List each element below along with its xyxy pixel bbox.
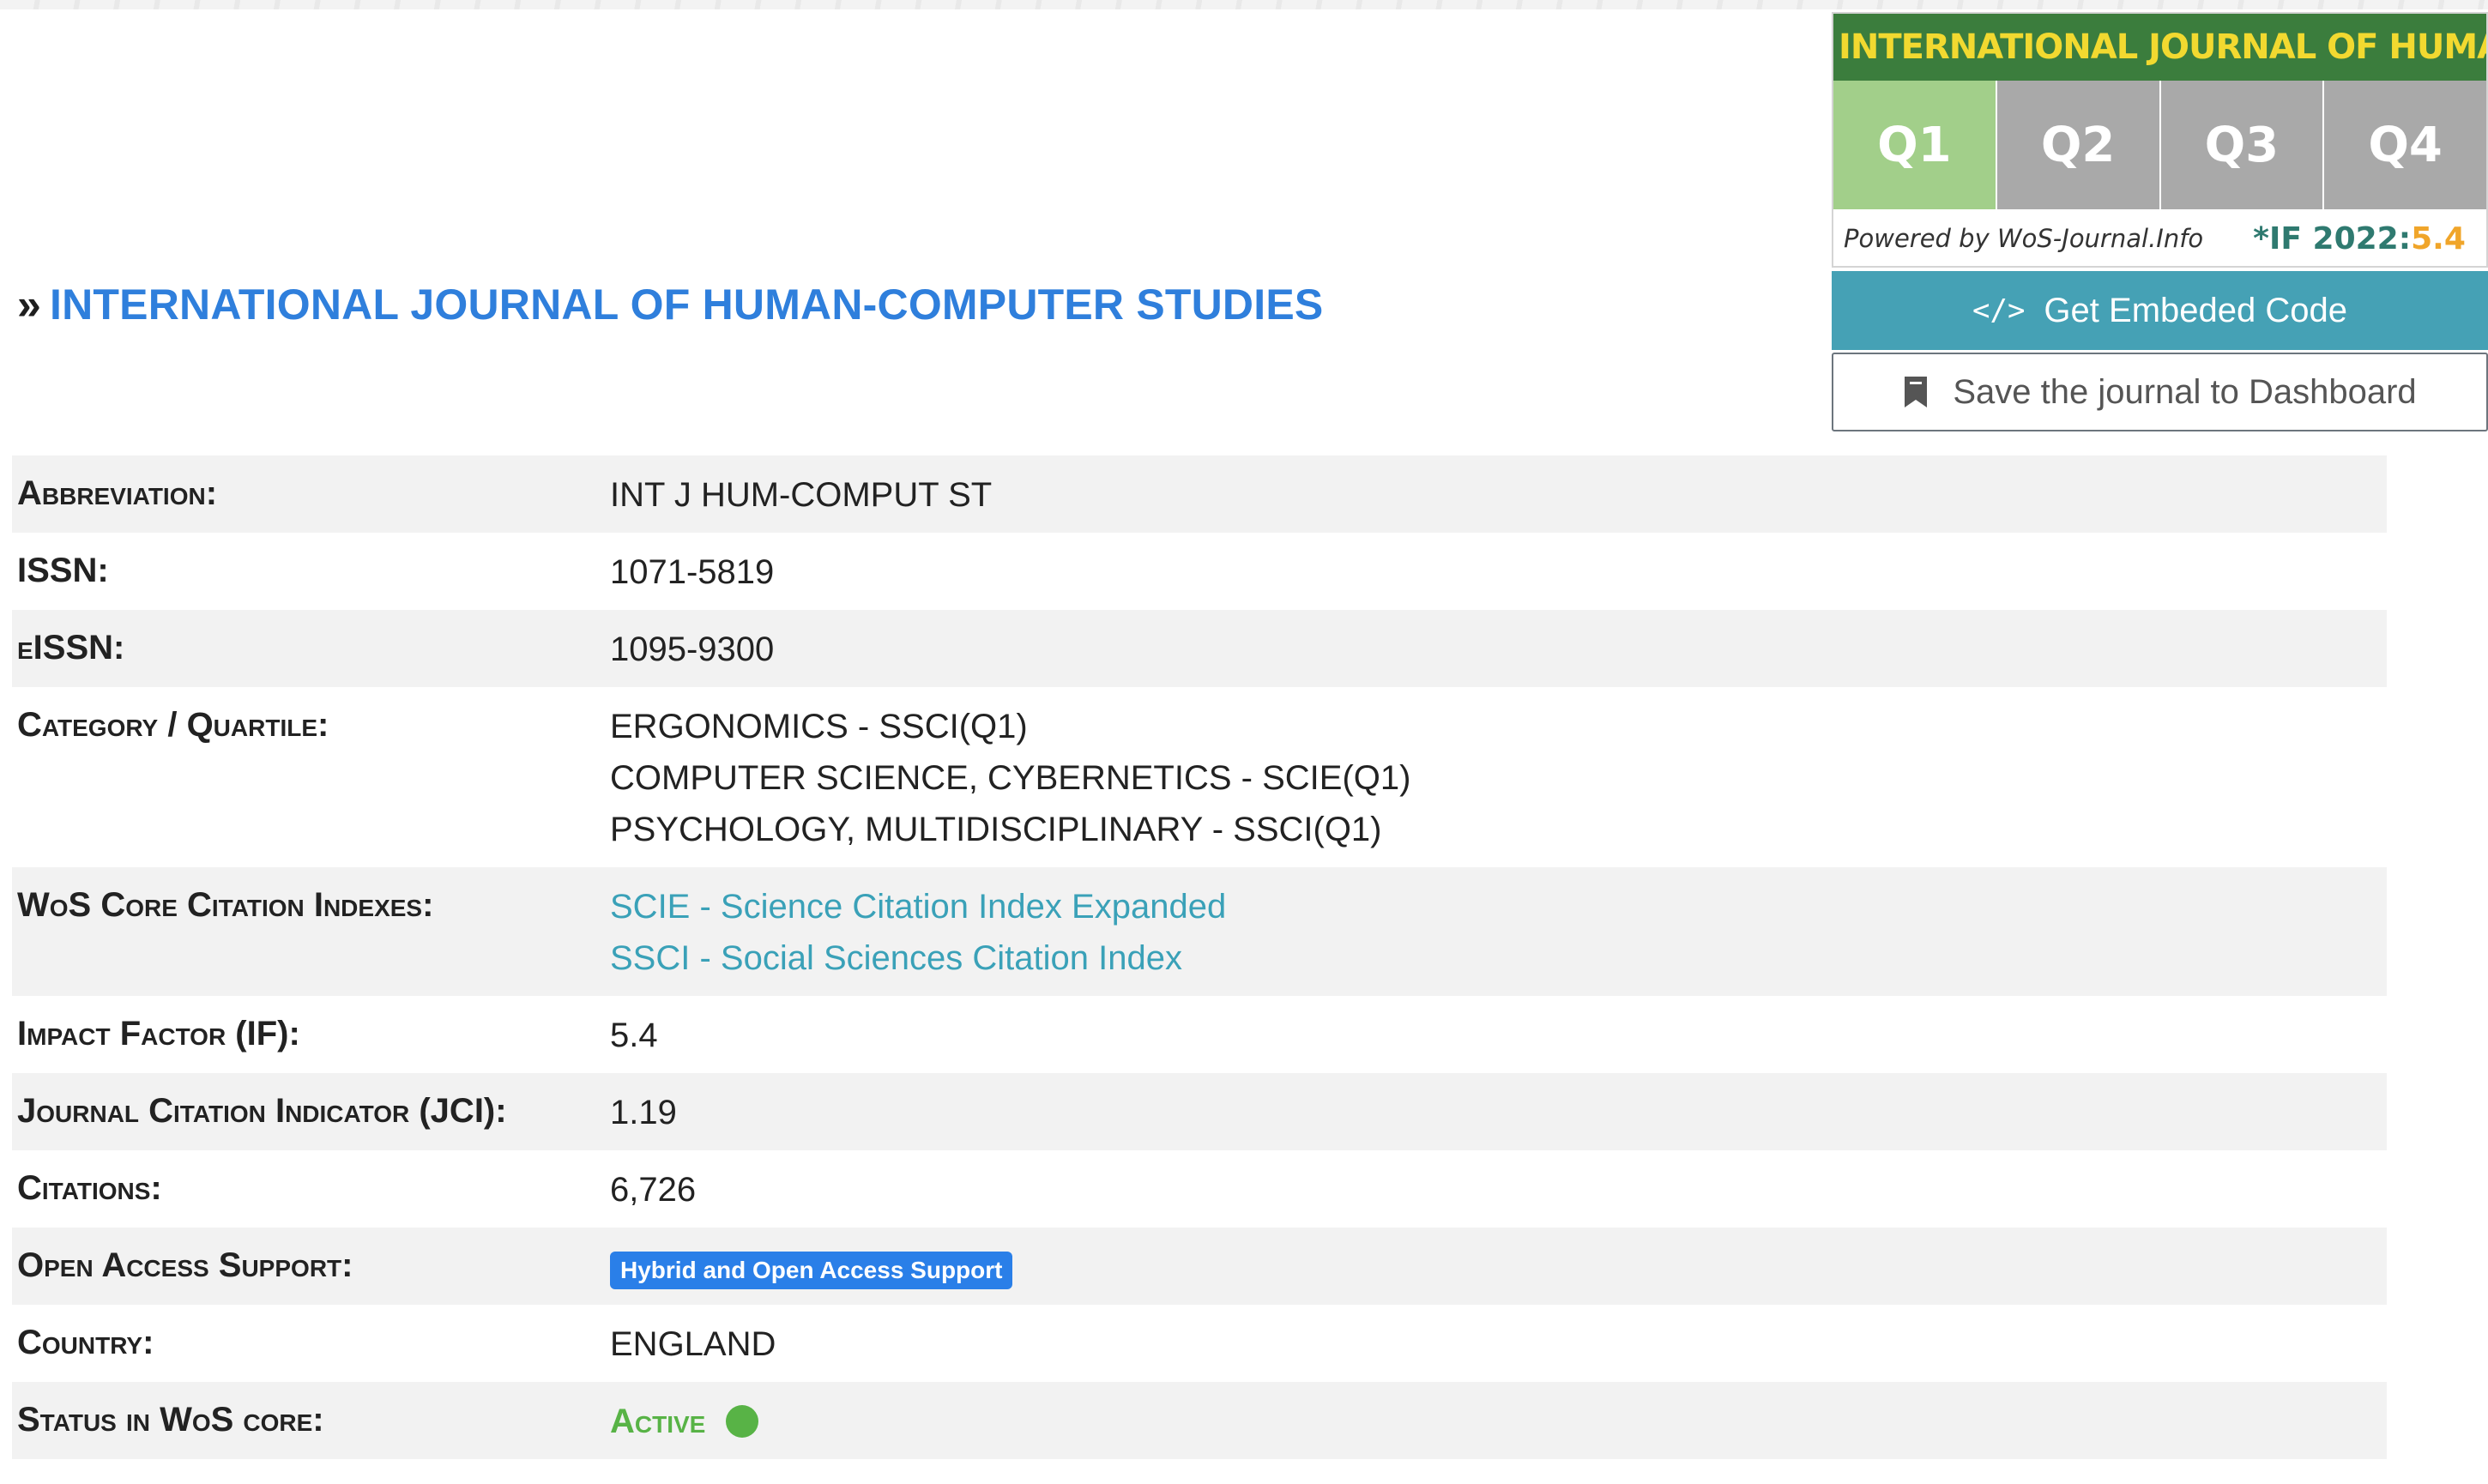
country-value: ENGLAND — [610, 1325, 776, 1363]
publisher-value: Elsevier — [610, 1473, 732, 1484]
row-abbreviation: Abbreviation: INT J HUM-COMPUT ST — [12, 455, 2387, 533]
title-prefix: » — [17, 281, 42, 329]
category-item: COMPUTER SCIENCE, CYBERNETICS - SCIE(Q1) — [610, 759, 1411, 797]
journal-widget[interactable]: INTERNATIONAL JOURNAL OF HUMAN-COMPUTER … — [1832, 12, 2488, 268]
open-access-label: Open Access Support: — [17, 1246, 353, 1284]
publisher-label: Publisher: — [12, 1473, 610, 1484]
ssci-index-link[interactable]: SSCI - Social Sciences Citation Index — [610, 932, 1226, 984]
row-category: Category / Quartile: ERGONOMICS - SSCI(Q… — [12, 687, 2387, 867]
issn-value: 1071-5819 — [610, 553, 775, 591]
code-icon: </> — [1972, 293, 2026, 328]
country-label: Country: — [17, 1324, 154, 1361]
category-values: ERGONOMICS - SSCI(Q1) COMPUTER SCIENCE, … — [610, 701, 1410, 855]
quartile-q2: Q2 — [1996, 81, 2159, 209]
category-item: PSYCHOLOGY, MULTIDISCIPLINARY - SSCI(Q1) — [610, 811, 1382, 848]
journal-title-link[interactable]: INTERNATIONAL JOURNAL OF HUMAN-COMPUTER … — [50, 281, 1323, 329]
scie-index-link[interactable]: SCIE - Science Citation Index Expanded — [610, 881, 1226, 932]
widget-banner: INTERNATIONAL JOURNAL OF HUMAN-COMPUTER … — [1833, 14, 2486, 81]
row-citation-indexes: WoS Core Citation Indexes: SCIE - Scienc… — [12, 867, 2387, 996]
row-status: Status in WoS core: Active — [12, 1382, 2387, 1459]
eissn-label: eISSN: — [17, 629, 125, 667]
row-impact-factor: Impact Factor (IF): 5.4 — [12, 996, 2387, 1073]
save-to-dashboard-button[interactable]: Save the journal to Dashboard — [1832, 353, 2488, 431]
row-publisher: Publisher: Elsevier — [12, 1459, 2387, 1484]
open-access-badge: Hybrid and Open Access Support — [610, 1252, 1013, 1289]
citations-label: Citations: — [17, 1169, 162, 1207]
jci-value: 1.19 — [610, 1094, 677, 1131]
row-citations: Citations: 6,726 — [12, 1150, 2387, 1228]
get-embed-code-label: Get Embeded Code — [2044, 291, 2347, 329]
status-indicator-icon — [726, 1405, 759, 1438]
widget-if-value: 5.4 — [2411, 220, 2466, 256]
quartile-q4: Q4 — [2324, 81, 2486, 209]
page: » INTERNATIONAL JOURNAL OF HUMAN-COMPUTER… — [0, 0, 2488, 1484]
bookmark-icon — [1905, 377, 1928, 407]
status-value: Active — [610, 1396, 759, 1447]
row-open-access: Open Access Support: Hybrid and Open Acc… — [12, 1228, 2387, 1305]
row-jci: Journal Citation Indicator (JCI): 1.19 — [12, 1073, 2387, 1150]
row-country: Country: ENGLAND — [12, 1305, 2387, 1382]
impact-factor-label: Impact Factor (IF): — [17, 1015, 300, 1053]
category-item: ERGONOMICS - SSCI(Q1) — [610, 708, 1028, 745]
top-decorative-strip — [0, 0, 2488, 9]
powered-by-text: Powered by WoS-Journal.Info — [1844, 224, 2204, 253]
open-access-value: Hybrid and Open Access Support — [610, 1241, 1013, 1293]
jci-label: Journal Citation Indicator (JCI): — [17, 1092, 507, 1130]
quartile-bar: Q1 Q2 Q3 Q4 — [1833, 81, 2486, 209]
eissn-value: 1095-9300 — [610, 630, 775, 668]
issn-label: ISSN: — [17, 552, 109, 589]
row-eissn: eISSN: 1095-9300 — [12, 610, 2387, 687]
journal-info-table: Abbreviation: INT J HUM-COMPUT ST ISSN: … — [12, 455, 2387, 1484]
citations-value: 6,726 — [610, 1171, 697, 1209]
abbreviation-label: Abbreviation: — [17, 474, 218, 512]
quartile-q3: Q3 — [2160, 81, 2323, 209]
widget-footer: Powered by WoS-Journal.Info *IF 2022: 5.… — [1833, 209, 2486, 266]
impact-factor-value: 5.4 — [610, 1016, 658, 1054]
page-title: » INTERNATIONAL JOURNAL OF HUMAN-COMPUTER… — [17, 280, 1323, 329]
citation-indexes-label: WoS Core Citation Indexes: — [17, 886, 434, 924]
category-label: Category / Quartile: — [17, 706, 329, 744]
quartile-q1: Q1 — [1833, 81, 1996, 209]
citation-indexes-values: SCIE - Science Citation Index Expanded S… — [610, 881, 1226, 984]
widget-if-label: *IF 2022: — [2253, 220, 2412, 256]
save-to-dashboard-label: Save the journal to Dashboard — [1953, 372, 2417, 411]
status-text: Active — [610, 1403, 706, 1440]
status-label: Status in WoS core: — [17, 1401, 324, 1439]
get-embed-code-button[interactable]: </> Get Embeded Code — [1832, 271, 2488, 350]
row-issn: ISSN: 1071-5819 — [12, 533, 2387, 610]
abbreviation-value: INT J HUM-COMPUT ST — [610, 476, 993, 514]
